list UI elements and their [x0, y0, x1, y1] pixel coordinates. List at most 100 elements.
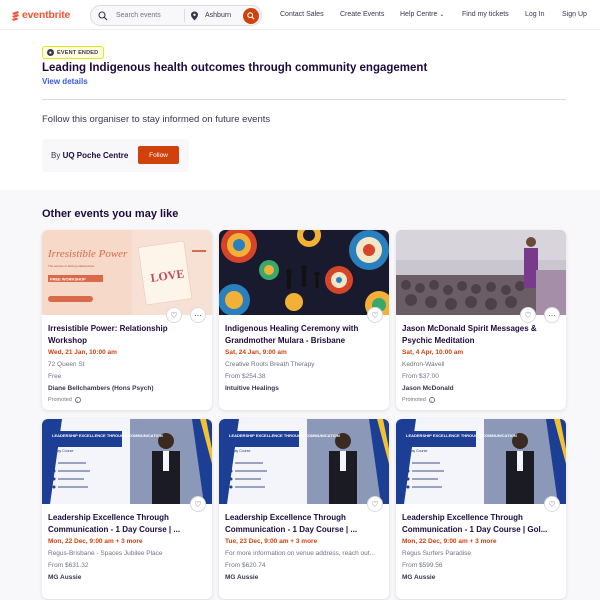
event-card-date: Mon, 22 Dec, 9:00 am + 3 more [402, 538, 497, 545]
image-subtitle: 1 Day Course [52, 449, 73, 453]
view-details-link[interactable]: View details [42, 77, 88, 86]
logo-text: eventbrite [22, 9, 71, 21]
heart-icon: ♡ [194, 499, 202, 509]
like-button[interactable]: ♡ [544, 496, 560, 512]
event-card-title[interactable]: Indigenous Healing Ceremony with Grandmot… [225, 323, 380, 347]
image-title: LEADERSHIP EXCELLENCE THROUGH COMMUNICAT… [229, 433, 340, 438]
search-bar[interactable]: Search events Ashburn [90, 5, 262, 26]
event-card-organiser: MG Aussie [48, 574, 82, 581]
event-card-image [396, 230, 566, 315]
event-card-location: Creative Roots Breath Therapy [225, 361, 315, 368]
event-card-organiser: Diane Bellchambers (Hons Psych) [48, 385, 154, 392]
event-card-title[interactable]: Leadership Excellence Through Communicati… [402, 512, 557, 536]
event-card-image [219, 230, 389, 315]
event-card-price: Free [48, 373, 62, 380]
event-card-title[interactable]: Leadership Excellence Through Communicati… [48, 512, 203, 536]
event-ended-label: EVENT ENDED [57, 49, 99, 56]
by-label: By [51, 151, 61, 160]
like-button[interactable]: ♡ [367, 307, 383, 323]
event-card[interactable]: LEADERSHIP EXCELLENCE THROUGH COMMUNICAT… [42, 419, 212, 599]
event-card[interactable]: ♡ ⋯ Jason McDonald Spirit Messages & Psyc… [396, 230, 566, 410]
heart-icon: ♡ [371, 310, 379, 320]
info-icon[interactable]: i [428, 397, 435, 403]
nav-find-my-tickets[interactable]: Find my tickets [462, 11, 509, 18]
event-card-image: LEADERSHIP EXCELLENCE THROUGH COMMUNICAT… [42, 419, 212, 504]
event-card[interactable]: LEADERSHIP EXCELLENCE THROUGH COMMUNICAT… [396, 419, 566, 599]
search-icon [247, 12, 255, 20]
event-card-location: Regus Surfers Paradise [402, 550, 472, 557]
event-card-location: 72 Queen St [48, 361, 85, 368]
event-card-price: From $620.74 [225, 562, 266, 569]
event-card-title[interactable]: Irresistible Power: Relationship Workshop [48, 323, 203, 347]
promoted-label: Promoted i [48, 397, 81, 403]
promoted-text: Promoted [48, 397, 72, 403]
image-tag: FREE WORKSHOP [50, 277, 86, 282]
like-button[interactable]: ♡ [166, 307, 182, 323]
promoted-text: Promoted [402, 397, 426, 403]
event-title: Leading Indigenous health outcomes throu… [42, 62, 428, 74]
search-icon [98, 10, 108, 20]
info-icon[interactable]: i [74, 397, 81, 403]
image-title: LEADERSHIP EXCELLENCE THROUGH COMMUNICAT… [52, 433, 163, 438]
location-pin-icon [191, 11, 198, 20]
event-card-date: Mon, 22 Dec, 9:00 am + 3 more [48, 538, 143, 545]
event-card-image: Irresistible Power The secrets of lastin… [42, 230, 212, 315]
heart-icon: ♡ [371, 499, 379, 509]
title-line: Indigenous Healing Ceremony with [225, 324, 359, 333]
search-submit-button[interactable] [243, 8, 259, 24]
title-line: Irresistible Power: Relationship [48, 324, 168, 333]
event-card-price: From $254.38 [225, 373, 266, 380]
image-title: LEADERSHIP EXCELLENCE THROUGH COMMUNICAT… [406, 433, 517, 438]
event-card-organiser: Jason McDonald [402, 385, 454, 392]
eventbrite-mark-icon [11, 10, 20, 21]
event-card-date: Tue, 23 Dec, 9:00 am + 3 more [225, 538, 318, 545]
like-button[interactable]: ♡ [520, 307, 536, 323]
event-card[interactable]: LEADERSHIP EXCELLENCE THROUGH COMMUNICAT… [219, 419, 389, 599]
title-line: Communication - 1 Day Course | ... [48, 525, 181, 534]
chevron-down-icon: ⌄ [439, 12, 445, 18]
nav-create-events[interactable]: Create Events [340, 11, 384, 18]
organiser-name-link[interactable]: UQ Poche Centre [63, 151, 129, 160]
more-options-button[interactable]: ⋯ [544, 307, 560, 323]
event-card-location: Kedron-Wavell [402, 361, 445, 368]
follow-button[interactable]: Follow [138, 146, 179, 164]
heart-icon: ♡ [548, 499, 556, 509]
title-line: Leadership Excellence Through [48, 513, 169, 522]
title-line: Leadership Excellence Through [225, 513, 346, 522]
event-card-title[interactable]: Jason McDonald Spirit Messages & Psychic … [402, 323, 557, 347]
promoted-label: Promoted i [402, 397, 435, 403]
event-card-location: For more information on venue address, r… [225, 550, 375, 557]
event-card-image: LEADERSHIP EXCELLENCE THROUGH COMMUNICAT… [219, 419, 389, 504]
event-card-organiser: MG Aussie [402, 574, 436, 581]
event-card[interactable]: Irresistible Power The secrets of lastin… [42, 230, 212, 410]
heart-icon: ♡ [524, 310, 532, 320]
like-button[interactable]: ♡ [367, 496, 383, 512]
divider [42, 99, 566, 100]
nav-contact-sales[interactable]: Contact Sales [280, 11, 324, 18]
like-button[interactable]: ♡ [190, 496, 206, 512]
follow-prompt: Follow this organiser to stay informed o… [42, 114, 271, 125]
more-horizontal-icon: ⋯ [194, 310, 202, 320]
more-options-button[interactable]: ⋯ [190, 307, 206, 323]
other-events-section: Other events you may like Irresistible P… [0, 190, 600, 600]
event-card-price: From $599.56 [402, 562, 443, 569]
event-card-image: LEADERSHIP EXCELLENCE THROUGH COMMUNICAT… [396, 419, 566, 504]
title-line: Communication - 1 Day Course | Gol... [402, 525, 548, 534]
search-input[interactable]: Search events [116, 12, 176, 19]
nav-sign-up[interactable]: Sign Up [562, 11, 587, 18]
section-heading: Other events you may like [42, 208, 179, 220]
eventbrite-logo[interactable]: eventbrite [11, 9, 70, 21]
location-input[interactable]: Ashburn [205, 12, 231, 19]
title-line: Communication - 1 Day Course | ... [225, 525, 358, 534]
clock-icon: ● [47, 49, 54, 56]
event-card[interactable]: ♡ Indigenous Healing Ceremony with Grandm… [219, 230, 389, 410]
event-card-price: From $631.32 [48, 562, 89, 569]
image-subtitle: The secrets of lasting relationships [48, 264, 95, 268]
image-title: Irresistible Power [47, 248, 128, 260]
nav-help-centre[interactable]: Help Centre ⌄ [400, 11, 444, 18]
event-card-date: Sat, 4 Apr, 10:00 am [402, 349, 464, 356]
event-card-title[interactable]: Leadership Excellence Through Communicati… [225, 512, 380, 536]
image-subtitle: 1 Day Course [229, 449, 250, 453]
nav-log-in[interactable]: Log In [525, 11, 544, 18]
image-subtitle: 1 Day Course [406, 449, 427, 453]
